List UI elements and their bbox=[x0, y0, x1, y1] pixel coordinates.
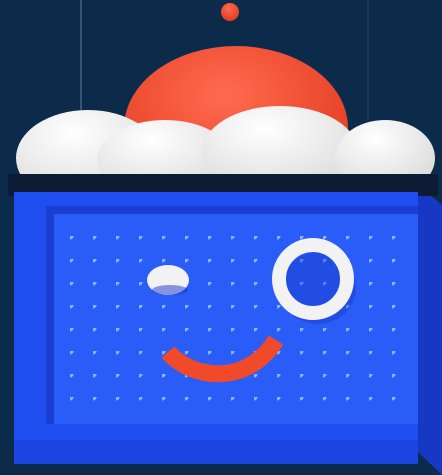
illustration bbox=[0, 0, 442, 475]
box-bottom-edge bbox=[14, 440, 418, 464]
winking-eye-shadow bbox=[152, 285, 188, 295]
panel-shadow-top bbox=[46, 206, 418, 214]
box-side bbox=[418, 185, 442, 475]
small-sun-icon bbox=[221, 3, 239, 21]
dot-grid bbox=[56, 222, 406, 410]
panel-shadow-left bbox=[46, 206, 54, 424]
